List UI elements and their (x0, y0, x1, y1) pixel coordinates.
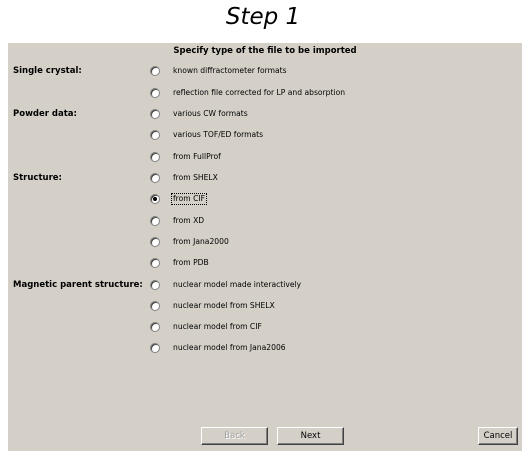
radio-button[interactable] (150, 152, 160, 162)
option-label: from Jana2000 (173, 237, 229, 246)
section-label-magnetic-parent-structure: Magnetic parent structure: (13, 280, 143, 290)
option-from-pdb[interactable]: from PDB (150, 256, 211, 270)
radio-button[interactable] (150, 237, 160, 247)
option-label: nuclear model from SHELX (173, 301, 275, 310)
radio-button[interactable] (150, 109, 160, 119)
option-reflection-file-corrected[interactable]: reflection file corrected for LP and abs… (150, 86, 347, 100)
radio-button[interactable] (150, 280, 160, 290)
back-button-label: Back (224, 431, 245, 441)
section-label-powder-data: Powder data: (13, 109, 77, 119)
option-label: from CIF (171, 193, 207, 205)
radio-button[interactable] (150, 216, 160, 226)
option-various-tof-ed-formats[interactable]: various TOF/ED formats (150, 128, 265, 142)
radio-button[interactable] (150, 66, 160, 76)
option-label: from SHELX (173, 173, 218, 182)
option-label: various CW formats (173, 109, 248, 118)
radio-button[interactable] (150, 88, 160, 98)
option-known-diffractometer-formats[interactable]: known diffractometer formats (150, 64, 289, 78)
cancel-button[interactable]: Cancel (478, 427, 518, 445)
next-button[interactable]: Next (277, 427, 344, 445)
cancel-button-label: Cancel (483, 431, 513, 441)
option-from-shelx[interactable]: from SHELX (150, 171, 220, 185)
back-button[interactable]: Back (201, 427, 268, 445)
option-label: known diffractometer formats (173, 66, 287, 75)
option-label: from XD (173, 216, 205, 225)
radio-button[interactable] (150, 301, 160, 311)
option-nuclear-model-from-cif[interactable]: nuclear model from CIF (150, 320, 264, 334)
option-label: nuclear model from CIF (173, 322, 262, 331)
section-label-structure: Structure: (13, 173, 62, 183)
option-from-jana2000[interactable]: from Jana2000 (150, 235, 231, 249)
radio-button[interactable] (150, 130, 160, 140)
section-label-single-crystal: Single crystal: (13, 66, 82, 76)
radio-button[interactable] (150, 322, 160, 332)
option-label: reflection file corrected for LP and abs… (173, 88, 346, 97)
radio-button[interactable] (150, 173, 160, 183)
option-nuclear-model-from-jana2006[interactable]: nuclear model from Jana2006 (150, 341, 288, 355)
option-nuclear-model-interactively[interactable]: nuclear model made interactively (150, 278, 303, 292)
next-button-label: Next (300, 431, 321, 441)
option-label: from PDB (173, 258, 209, 267)
option-from-xd[interactable]: from XD (150, 214, 206, 228)
option-label: nuclear model from Jana2006 (173, 343, 286, 352)
option-from-fullprof[interactable]: from FullProf (150, 150, 223, 164)
radio-button-selected[interactable] (150, 194, 160, 204)
option-from-cif[interactable]: from CIF (150, 192, 207, 206)
option-various-cw-formats[interactable]: various CW formats (150, 107, 250, 121)
radio-button[interactable] (150, 258, 160, 268)
option-label: from FullProf (173, 152, 221, 161)
option-label: various TOF/ED formats (173, 130, 264, 139)
step-caption: Step 1 (225, 4, 301, 30)
import-dialog: Specify type of the file to be imported … (8, 43, 522, 451)
radio-button[interactable] (150, 343, 160, 353)
dialog-header: Specify type of the file to be imported (173, 46, 357, 56)
option-nuclear-model-from-shelx[interactable]: nuclear model from SHELX (150, 299, 277, 313)
option-label: nuclear model made interactively (173, 280, 302, 289)
